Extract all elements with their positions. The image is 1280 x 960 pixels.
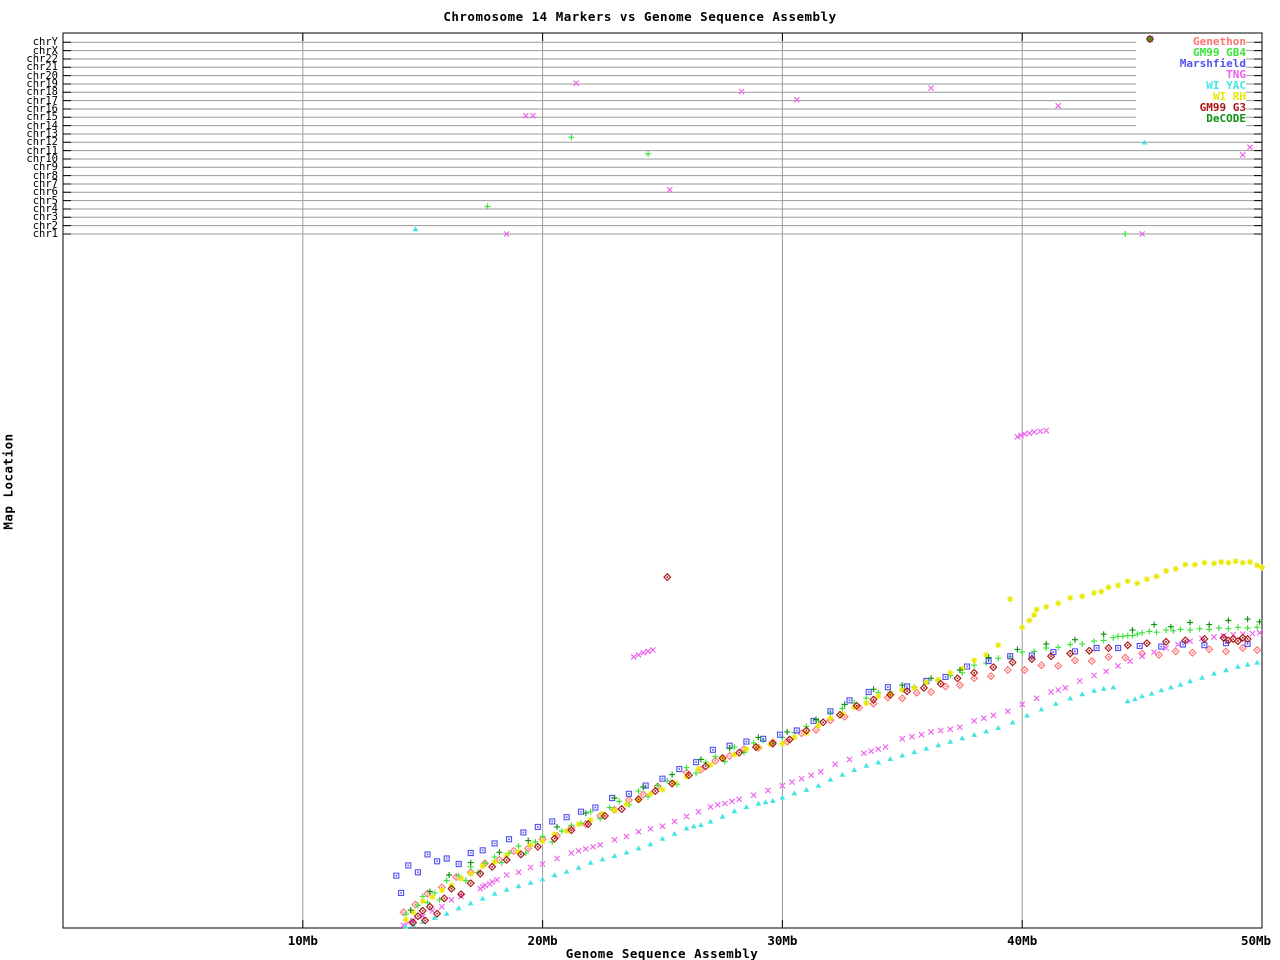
x-tick-label-40mb: 40Mb (1007, 933, 1037, 948)
chrom-label-chr1: chr1 (0, 229, 58, 239)
series-gm99-gb4 (403, 134, 1260, 925)
chromosome14-marker-plot: Chromosome 14 Markers vs Genome Sequence… (0, 0, 1280, 960)
x-tick-label-50mb: 50Mb (1241, 933, 1271, 948)
y-axis-title: Map Location (1, 427, 16, 537)
decode-marker-icon (1142, 34, 1158, 44)
legend-item-decode: DeCODE (1136, 113, 1246, 124)
x-tick-label-30mb: 30Mb (767, 933, 797, 948)
legend: GenethonGM99 GB4MarshfieldTNGWI YACWI RH… (1136, 34, 1246, 127)
series-gm99-g3 (410, 574, 1251, 926)
legend-label: DeCODE (1136, 113, 1246, 124)
x-axis-title: Genome Sequence Assembly (566, 946, 759, 960)
page-title: Chromosome 14 Markers vs Genome Sequence… (0, 9, 1280, 24)
series-tng (401, 81, 1262, 928)
series-wi-rh (403, 558, 1265, 922)
x-tick-label-20mb: 20Mb (528, 933, 558, 948)
x-tick-label-10mb: 10Mb (288, 933, 318, 948)
series-wi-yac (403, 140, 1260, 929)
plot-area (0, 0, 1280, 960)
